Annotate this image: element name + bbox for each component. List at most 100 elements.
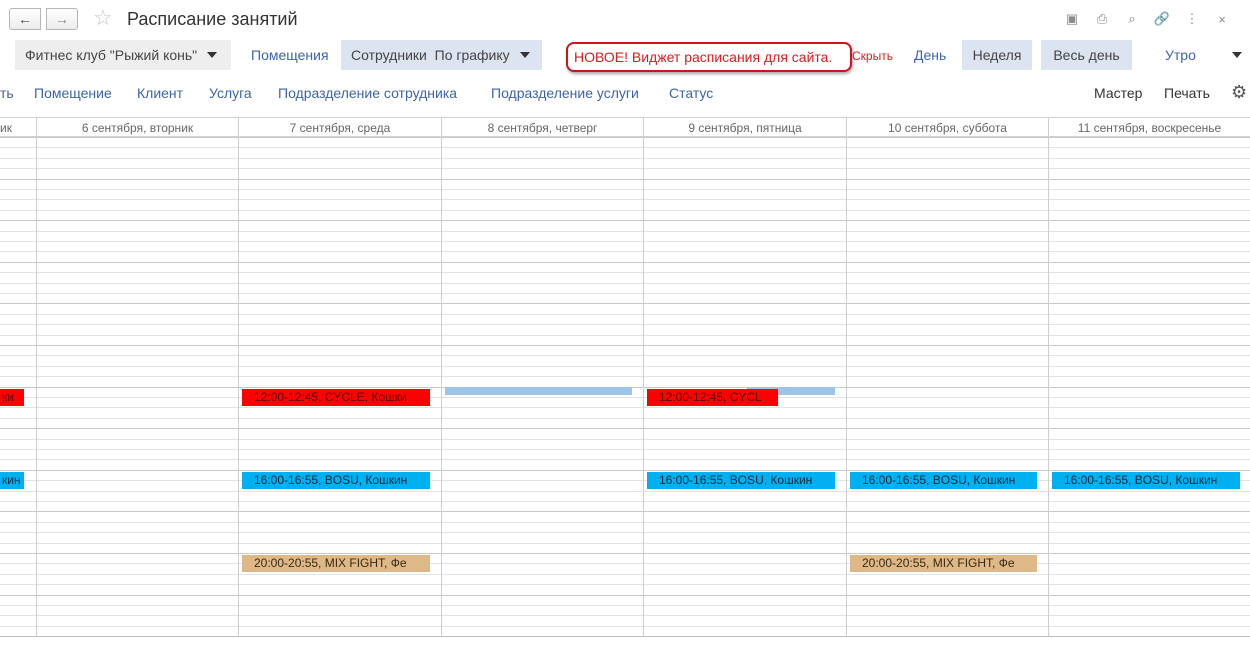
event-bosu[interactable]: 16:00-16:55, BOSU, Кошкин bbox=[1052, 472, 1240, 489]
arrow-left-icon: ← bbox=[18, 11, 32, 27]
time-slot-line bbox=[0, 220, 1250, 221]
time-slot-line bbox=[0, 428, 1250, 429]
rooms-link[interactable]: Помещения bbox=[251, 40, 329, 70]
filter-service[interactable]: Услуга bbox=[209, 85, 252, 101]
day-divider bbox=[36, 117, 37, 637]
grid-bottom-border bbox=[0, 636, 1250, 637]
time-slot-line bbox=[0, 137, 1250, 138]
title-bar: ← → ☆ Расписание занятий ▣ ⎙ ⌕ 🔗 ⋮ × bbox=[0, 0, 1250, 38]
event-bosu[interactable]: 16:00-16:55, BOSU, Кошкин bbox=[850, 472, 1037, 489]
time-slot-line bbox=[0, 251, 1250, 252]
time-slot-line bbox=[0, 615, 1250, 616]
time-slot-line bbox=[0, 355, 1250, 356]
morning-button[interactable]: Утро bbox=[1165, 40, 1196, 70]
time-slot-line bbox=[0, 470, 1250, 471]
new-widget-banner[interactable]: НОВОЕ! Виджет расписания для сайта. bbox=[566, 42, 852, 72]
time-slot-line bbox=[0, 574, 1250, 575]
time-slot-line bbox=[0, 345, 1250, 346]
staff-select-value: По графику bbox=[434, 47, 510, 63]
day-divider bbox=[846, 117, 847, 637]
filter-bar: ть Помещение Клиент Услуга Подразделение… bbox=[0, 82, 1250, 106]
event-mix-fight[interactable]: 20:00-20:55, MIX FIGHT, Фе bbox=[242, 555, 430, 572]
time-slot-line bbox=[0, 407, 1250, 408]
event-bosu[interactable]: 16:00-16:55, BOSU, Кошкин bbox=[647, 472, 835, 489]
more-icon[interactable]: ⋮ bbox=[1182, 10, 1202, 28]
time-slot-line bbox=[0, 459, 1250, 460]
time-slot-line bbox=[0, 584, 1250, 585]
chevron-down-icon bbox=[1232, 52, 1242, 58]
rooms-link-label: Помещения bbox=[251, 47, 329, 63]
time-slot-line bbox=[0, 314, 1250, 315]
day-header: ик bbox=[0, 121, 12, 135]
arrow-right-icon: → bbox=[55, 11, 69, 27]
event-bosu[interactable]: кин bbox=[0, 472, 24, 489]
day-header-row: ик 6 сентября, вторник 7 сентября, среда… bbox=[0, 117, 1250, 137]
time-slot-line bbox=[0, 293, 1250, 294]
close-icon[interactable]: × bbox=[1212, 10, 1232, 28]
day-header: 6 сентября, вторник bbox=[81, 121, 194, 135]
view-week-label: Неделя bbox=[972, 47, 1022, 63]
week-schedule-grid[interactable]: ик 6 сентября, вторник 7 сентября, среда… bbox=[0, 117, 1250, 637]
event-bosu[interactable]: 16:00-16:55, BOSU, Кошкин bbox=[242, 472, 430, 489]
event-cycle[interactable]: 12:00-12:45, CYCL bbox=[647, 389, 778, 406]
time-slot-line bbox=[0, 376, 1250, 377]
time-slot-line bbox=[0, 189, 1250, 190]
link-icon[interactable]: 🔗 bbox=[1152, 10, 1172, 28]
day-header: 7 сентября, среда bbox=[289, 121, 391, 135]
event-mix-fight[interactable]: 20:00-20:55, MIX FIGHT, Фе bbox=[850, 555, 1037, 572]
preview-icon[interactable]: ⌕ bbox=[1122, 10, 1142, 28]
hide-banner-link[interactable]: Скрыть bbox=[852, 49, 893, 63]
favorite-star-icon[interactable]: ☆ bbox=[93, 5, 113, 31]
view-week-button[interactable]: Неделя bbox=[962, 40, 1032, 70]
time-slot-line bbox=[0, 272, 1250, 273]
time-slot-line bbox=[0, 439, 1250, 440]
day-header: 9 сентября, пятница bbox=[688, 121, 802, 135]
time-slot-line bbox=[0, 366, 1250, 367]
event-cycle[interactable]: ки bbox=[0, 389, 24, 406]
print-button[interactable]: Печать bbox=[1164, 85, 1210, 101]
page-title: Расписание занятий bbox=[127, 9, 298, 29]
filter-status[interactable]: Статус bbox=[669, 85, 713, 101]
time-slot-line bbox=[0, 168, 1250, 169]
time-slot-line bbox=[0, 501, 1250, 502]
time-slot-line bbox=[0, 262, 1250, 263]
day-header: 10 сентября, суббота bbox=[888, 121, 1007, 135]
view-day-button[interactable]: День bbox=[914, 40, 946, 70]
all-day-label: Весь день bbox=[1053, 47, 1120, 63]
time-slot-line bbox=[0, 605, 1250, 606]
filter-cut-link[interactable]: ть bbox=[0, 85, 14, 101]
time-slot-line bbox=[0, 449, 1250, 450]
forward-button[interactable]: → bbox=[46, 8, 78, 30]
time-slot-line bbox=[0, 522, 1250, 523]
time-slot-line bbox=[0, 532, 1250, 533]
day-header: 11 сентября, воскресенье bbox=[1077, 121, 1222, 135]
master-button[interactable]: Мастер bbox=[1094, 85, 1142, 101]
chevron-down-icon bbox=[207, 52, 218, 58]
window-actions: ▣ ⎙ ⌕ 🔗 ⋮ × bbox=[1062, 10, 1232, 28]
settings-gear-icon[interactable]: ⚙ bbox=[1231, 82, 1247, 103]
event-partial[interactable] bbox=[445, 387, 632, 395]
morning-label: Утро bbox=[1165, 47, 1196, 63]
club-select-value: Фитнес клуб "Рыжий конь" bbox=[25, 47, 198, 63]
club-select[interactable]: Фитнес клуб "Рыжий конь" bbox=[15, 40, 231, 70]
filter-staff-division[interactable]: Подразделение сотрудника bbox=[278, 85, 457, 101]
toolbar-more-button[interactable] bbox=[1226, 40, 1242, 70]
time-slot-line bbox=[0, 595, 1250, 596]
staff-select[interactable]: Сотрудники По графику bbox=[341, 40, 542, 70]
save-icon[interactable]: ▣ bbox=[1062, 10, 1082, 28]
filter-client[interactable]: Клиент bbox=[137, 85, 183, 101]
new-widget-banner-text: НОВОЕ! Виджет расписания для сайта. bbox=[574, 49, 833, 65]
all-day-button[interactable]: Весь день bbox=[1041, 40, 1132, 70]
filter-service-division[interactable]: Подразделение услуги bbox=[491, 85, 639, 101]
time-slot-line bbox=[0, 210, 1250, 211]
back-button[interactable]: ← bbox=[9, 8, 41, 30]
print-icon[interactable]: ⎙ bbox=[1092, 10, 1112, 28]
time-slot-line bbox=[0, 179, 1250, 180]
view-day-label: День bbox=[914, 47, 947, 63]
event-cycle[interactable]: 12:00-12:45, CYCLE, Кошки bbox=[242, 389, 430, 406]
filter-room[interactable]: Помещение bbox=[34, 85, 112, 101]
time-slot-line bbox=[0, 543, 1250, 544]
time-slot-line bbox=[0, 563, 1250, 564]
time-slot-line bbox=[0, 397, 1250, 398]
time-slot-line bbox=[0, 335, 1250, 336]
